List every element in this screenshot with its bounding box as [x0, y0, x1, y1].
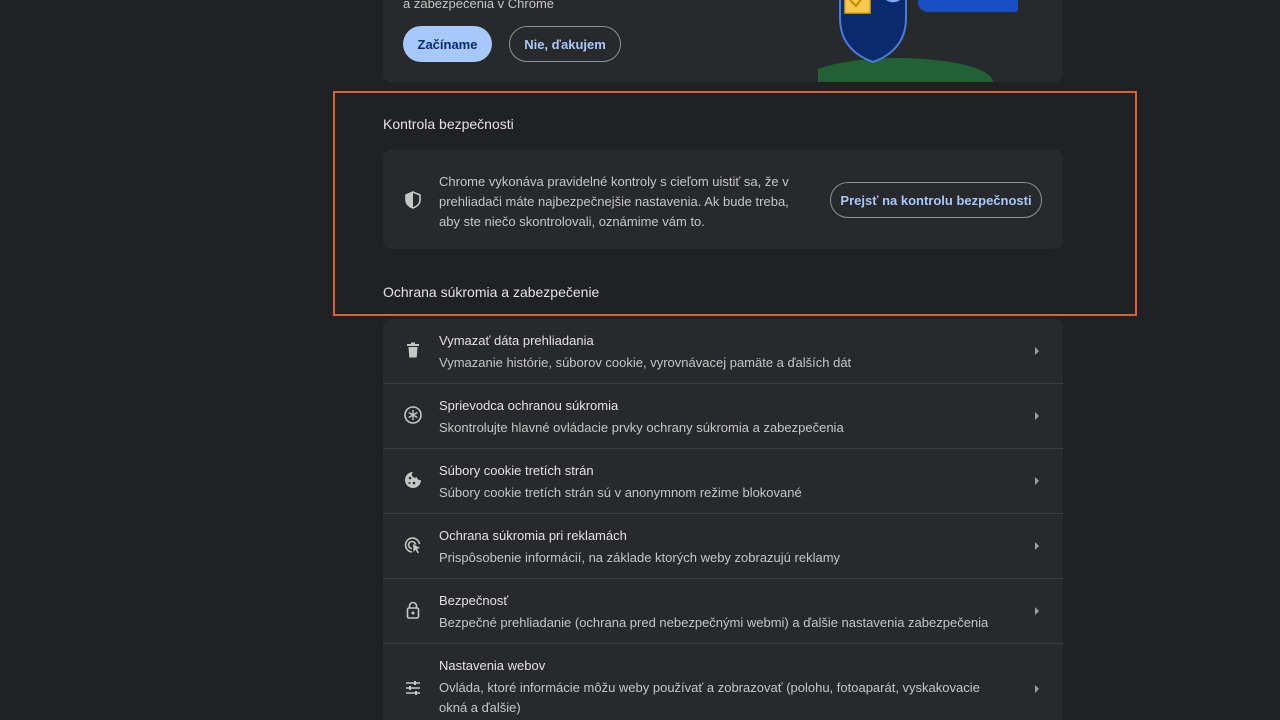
- safety-check-card: Chrome vykonáva pravidelné kontroly s ci…: [383, 150, 1063, 249]
- row-title: Nastavenia webov: [439, 658, 546, 673]
- cookie-icon: [403, 470, 423, 490]
- go-to-safety-check-button[interactable]: Prejsť na kontrolu bezpečnosti: [830, 182, 1042, 218]
- row-subtitle: Vymazanie histórie, súborov cookie, vyro…: [439, 355, 852, 370]
- security-row[interactable]: Bezpečnosť Bezpečné prehliadanie (ochran…: [383, 579, 1063, 644]
- row-title: Vymazať dáta prehliadania: [439, 333, 594, 348]
- no-thanks-button[interactable]: Nie, ďakujem: [509, 26, 621, 62]
- row-title: Bezpečnosť: [439, 593, 509, 608]
- privacy-security-heading: Ochrana súkromia a zabezpečenie: [383, 284, 600, 300]
- row-subtitle: Bezpečné prehliadanie (ochrana pred nebe…: [439, 615, 989, 630]
- chevron-right-icon: [1033, 539, 1041, 551]
- chevron-right-icon: [1033, 604, 1041, 616]
- get-started-button[interactable]: Začíname: [403, 26, 492, 62]
- shield-icon: [403, 190, 423, 210]
- privacy-guide-row[interactable]: Sprievodca ochranou súkromia Skontrolujt…: [383, 384, 1063, 449]
- row-subtitle: Skontrolujte hlavné ovládacie prvky ochr…: [439, 420, 844, 435]
- compass-icon: [403, 405, 423, 425]
- chevron-right-icon: [1033, 344, 1041, 356]
- chevron-right-icon: [1033, 409, 1041, 421]
- ad-privacy-icon: [403, 535, 423, 555]
- third-party-cookies-row[interactable]: Súbory cookie tretích strán Súbory cooki…: [383, 449, 1063, 514]
- clear-browsing-data-row[interactable]: Vymazať dáta prehliadania Vymazanie hist…: [383, 319, 1063, 384]
- trash-icon: [403, 340, 423, 360]
- ad-privacy-row[interactable]: Ochrana súkromia pri reklamách Prispôsob…: [383, 514, 1063, 579]
- row-title: Ochrana súkromia pri reklamách: [439, 528, 627, 543]
- row-title: Súbory cookie tretích strán: [439, 463, 594, 478]
- sliders-icon: [403, 678, 423, 698]
- row-subtitle: Prispôsobenie informácií, na základe kto…: [439, 550, 841, 565]
- chevron-right-icon: [1033, 474, 1041, 486]
- site-settings-row[interactable]: Nastavenia webov Ovláda, ktoré informáci…: [383, 644, 1063, 720]
- chevron-right-icon: [1033, 682, 1041, 694]
- lock-icon: [403, 600, 423, 620]
- safety-check-description: Chrome vykonáva pravidelné kontroly s ci…: [439, 174, 789, 229]
- row-title: Sprievodca ochranou súkromia: [439, 398, 619, 413]
- row-subtitle: Ovláda, ktoré informácie môžu weby použí…: [439, 680, 980, 715]
- row-subtitle: Súbory cookie tretích strán sú v anonymn…: [439, 485, 802, 500]
- safety-check-heading: Kontrola bezpečnosti: [383, 116, 514, 132]
- privacy-guide-illustration: [818, 0, 1018, 82]
- privacy-settings-list: Vymazať dáta prehliadania Vymazanie hist…: [383, 319, 1063, 720]
- privacy-guide-promo-card: a zabezpečenia v Chrome Začíname Nie, ďa…: [383, 0, 1063, 82]
- promo-text: a zabezpečenia v Chrome: [403, 0, 555, 11]
